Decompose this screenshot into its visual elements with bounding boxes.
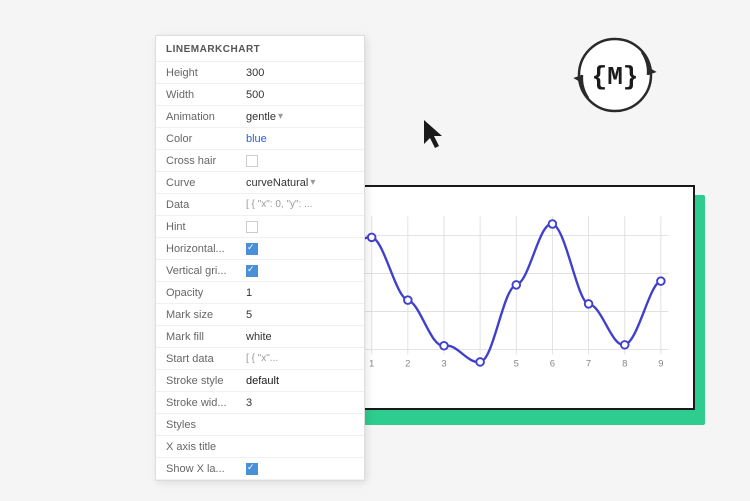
- prop-row-markfill: Mark fill white: [156, 326, 364, 348]
- prop-value-strokewidth: 3: [246, 397, 354, 409]
- prop-value-width: 500: [246, 89, 354, 101]
- svg-text:6: 6: [550, 359, 555, 370]
- cursor: [420, 118, 448, 153]
- prop-row-hint[interactable]: Hint: [156, 216, 364, 238]
- prop-label-width: Width: [166, 89, 246, 101]
- panel-title: LINEMARKCHART: [156, 36, 364, 62]
- prop-value-marksize: 5: [246, 309, 354, 321]
- svg-text:2: 2: [405, 359, 410, 370]
- prop-value-curve[interactable]: curveNatural ▾: [246, 177, 354, 189]
- prop-row-showxlabel[interactable]: Show X la...: [156, 458, 364, 480]
- horizontal-checkbox[interactable]: [246, 243, 258, 255]
- cursor-icon: [420, 118, 448, 150]
- prop-label-height: Height: [166, 67, 246, 79]
- prop-value-height: 300: [246, 67, 354, 79]
- prop-label-xaxistitle: X axis title: [166, 441, 246, 453]
- prop-row-vertical-grid[interactable]: Vertical gri...: [156, 260, 364, 282]
- prop-label-data: Data: [166, 199, 246, 211]
- prop-label-horizontal: Horizontal...: [166, 243, 246, 255]
- prop-value-data: [ { "x": 0, "y": ...: [246, 199, 354, 210]
- prop-row-styles: Styles: [156, 414, 364, 436]
- vertical-grid-checkbox[interactable]: [246, 265, 258, 277]
- chevron-down-icon: ▾: [278, 111, 283, 122]
- prop-row-xaxistitle: X axis title: [156, 436, 364, 458]
- prop-label-hint: Hint: [166, 221, 246, 233]
- chevron-down-icon-2: ▾: [310, 177, 315, 188]
- main-container: LINEMARKCHART Height 300 Width 500 Anima…: [0, 0, 750, 501]
- prop-label-animation: Animation: [166, 111, 246, 123]
- prop-row-curve[interactable]: Curve curveNatural ▾: [156, 172, 364, 194]
- prop-label-crosshair: Cross hair: [166, 155, 246, 167]
- prop-row-width: Width 500: [156, 84, 364, 106]
- prop-row-data: Data [ { "x": 0, "y": ...: [156, 194, 364, 216]
- svg-text:3: 3: [441, 359, 446, 370]
- svg-text:8: 8: [622, 359, 627, 370]
- prop-value-markfill: white: [246, 331, 354, 343]
- properties-panel: LINEMARKCHART Height 300 Width 500 Anima…: [155, 35, 365, 481]
- hint-checkbox[interactable]: [246, 221, 258, 233]
- prop-label-showxlabel: Show X la...: [166, 463, 246, 475]
- svg-text:{M}: {M}: [592, 62, 639, 92]
- prop-label-color: Color: [166, 133, 246, 145]
- prop-label-startdata: Start data: [166, 353, 246, 365]
- prop-value-startdata: [ { "x"...: [246, 353, 354, 364]
- prop-value-color: blue: [246, 133, 354, 145]
- m-logo-svg: {M}: [570, 30, 660, 120]
- prop-row-height: Height 300: [156, 62, 364, 84]
- prop-row-strokestyle: Stroke style default: [156, 370, 364, 392]
- prop-row-startdata: Start data [ { "x"...: [156, 348, 364, 370]
- m-logo: {M}: [570, 30, 660, 120]
- prop-label-opacity: Opacity: [166, 287, 246, 299]
- prop-row-animation[interactable]: Animation gentle ▾: [156, 106, 364, 128]
- prop-row-color: Color blue: [156, 128, 364, 150]
- showxlabel-checkbox[interactable]: [246, 463, 258, 475]
- prop-value-strokestyle: default: [246, 375, 354, 387]
- prop-row-horizontal[interactable]: Horizontal...: [156, 238, 364, 260]
- prop-label-strokestyle: Stroke style: [166, 375, 246, 387]
- prop-row-crosshair[interactable]: Cross hair: [156, 150, 364, 172]
- prop-label-vertical-grid: Vertical gri...: [166, 265, 246, 277]
- prop-row-marksize: Mark size 5: [156, 304, 364, 326]
- prop-label-strokewidth: Stroke wid...: [166, 397, 246, 409]
- prop-row-opacity: Opacity 1: [156, 282, 364, 304]
- prop-label-markfill: Mark fill: [166, 331, 246, 343]
- prop-row-strokewidth: Stroke wid... 3: [156, 392, 364, 414]
- svg-text:9: 9: [658, 359, 663, 370]
- svg-text:5: 5: [514, 359, 519, 370]
- crosshair-checkbox[interactable]: [246, 155, 258, 167]
- prop-label-marksize: Mark size: [166, 309, 246, 321]
- prop-value-opacity: 1: [246, 287, 354, 299]
- prop-label-styles: Styles: [166, 419, 246, 431]
- svg-text:1: 1: [369, 359, 374, 370]
- prop-value-animation[interactable]: gentle ▾: [246, 111, 354, 123]
- prop-label-curve: Curve: [166, 177, 246, 189]
- svg-text:7: 7: [586, 359, 591, 370]
